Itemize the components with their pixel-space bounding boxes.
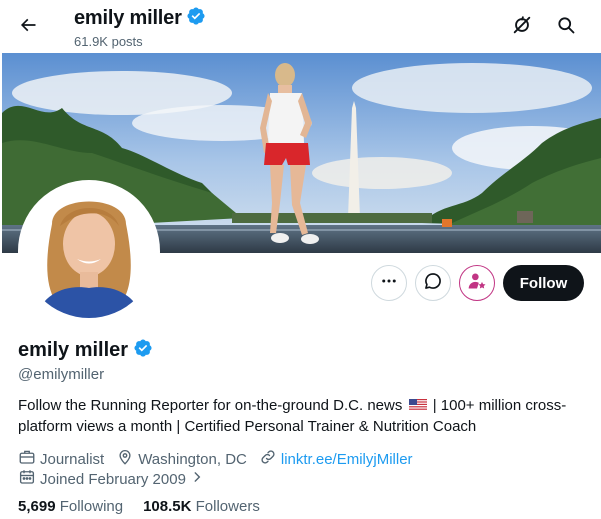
header-name: emily miller bbox=[74, 7, 182, 29]
following-count: 5,699 bbox=[18, 498, 56, 515]
profile-bio: Follow the Running Reporter for on-the-g… bbox=[18, 395, 588, 437]
followers-label: Followers bbox=[195, 498, 260, 515]
follow-button[interactable]: Follow bbox=[503, 265, 584, 301]
joined-text: Joined February 2009 bbox=[40, 470, 186, 488]
location-pin-icon bbox=[116, 448, 134, 470]
following-label: Following bbox=[59, 498, 124, 515]
occupation-item: Journalist bbox=[18, 448, 104, 470]
website-link[interactable]: linktr.ee/EmilyjMiller bbox=[281, 451, 413, 468]
link-icon bbox=[259, 448, 277, 470]
notifications-button[interactable] bbox=[506, 11, 538, 43]
subscribe-icon bbox=[467, 271, 487, 296]
following-link[interactable]: 5,699 Following bbox=[18, 498, 123, 515]
header-title: emily miller bbox=[74, 6, 206, 31]
followers-count: 108.5K bbox=[143, 498, 192, 515]
calendar-icon bbox=[18, 468, 36, 490]
back-button[interactable] bbox=[10, 9, 46, 45]
location-text: Washington, DC bbox=[138, 450, 247, 468]
briefcase-icon bbox=[18, 448, 36, 470]
chevron-right-icon bbox=[190, 470, 204, 488]
verified-badge-icon[interactable] bbox=[133, 338, 153, 363]
search-icon bbox=[556, 15, 576, 40]
avatar-image bbox=[22, 184, 156, 318]
occupation-text: Journalist bbox=[40, 450, 105, 468]
follow-stats: 5,699 Following 108.5K Followers bbox=[18, 498, 260, 515]
profile-meta-row: Journalist Washington, DC linktr.ee/Emil… bbox=[18, 448, 425, 470]
profile-name: emily miller bbox=[18, 339, 129, 361]
search-button[interactable] bbox=[550, 11, 582, 43]
verified-badge-icon bbox=[186, 6, 206, 31]
back-arrow-icon bbox=[18, 15, 38, 40]
profile-avatar[interactable] bbox=[18, 180, 160, 322]
message-button[interactable] bbox=[415, 265, 451, 301]
profile-handle: @emilymiller bbox=[18, 366, 105, 383]
joined-item[interactable]: Joined February 2009 bbox=[18, 468, 204, 490]
location-item: Washington, DC bbox=[116, 448, 247, 470]
notification-off-icon bbox=[511, 14, 533, 41]
profile-header: emily miller 61.9K posts bbox=[0, 0, 601, 53]
message-icon bbox=[423, 271, 443, 296]
bio-text-start: Follow the Running Reporter for on-the-g… bbox=[18, 397, 407, 414]
header-post-count: 61.9K posts bbox=[74, 34, 143, 49]
subscribe-button[interactable] bbox=[459, 265, 495, 301]
us-flag-icon bbox=[408, 396, 427, 411]
website-item[interactable]: linktr.ee/EmilyjMiller bbox=[259, 448, 413, 470]
joined-row: Joined February 2009 bbox=[18, 468, 216, 490]
more-button[interactable] bbox=[371, 265, 407, 301]
more-icon bbox=[380, 272, 398, 295]
profile-name-row: emily miller bbox=[18, 338, 153, 363]
followers-link[interactable]: 108.5K Followers bbox=[143, 498, 260, 515]
